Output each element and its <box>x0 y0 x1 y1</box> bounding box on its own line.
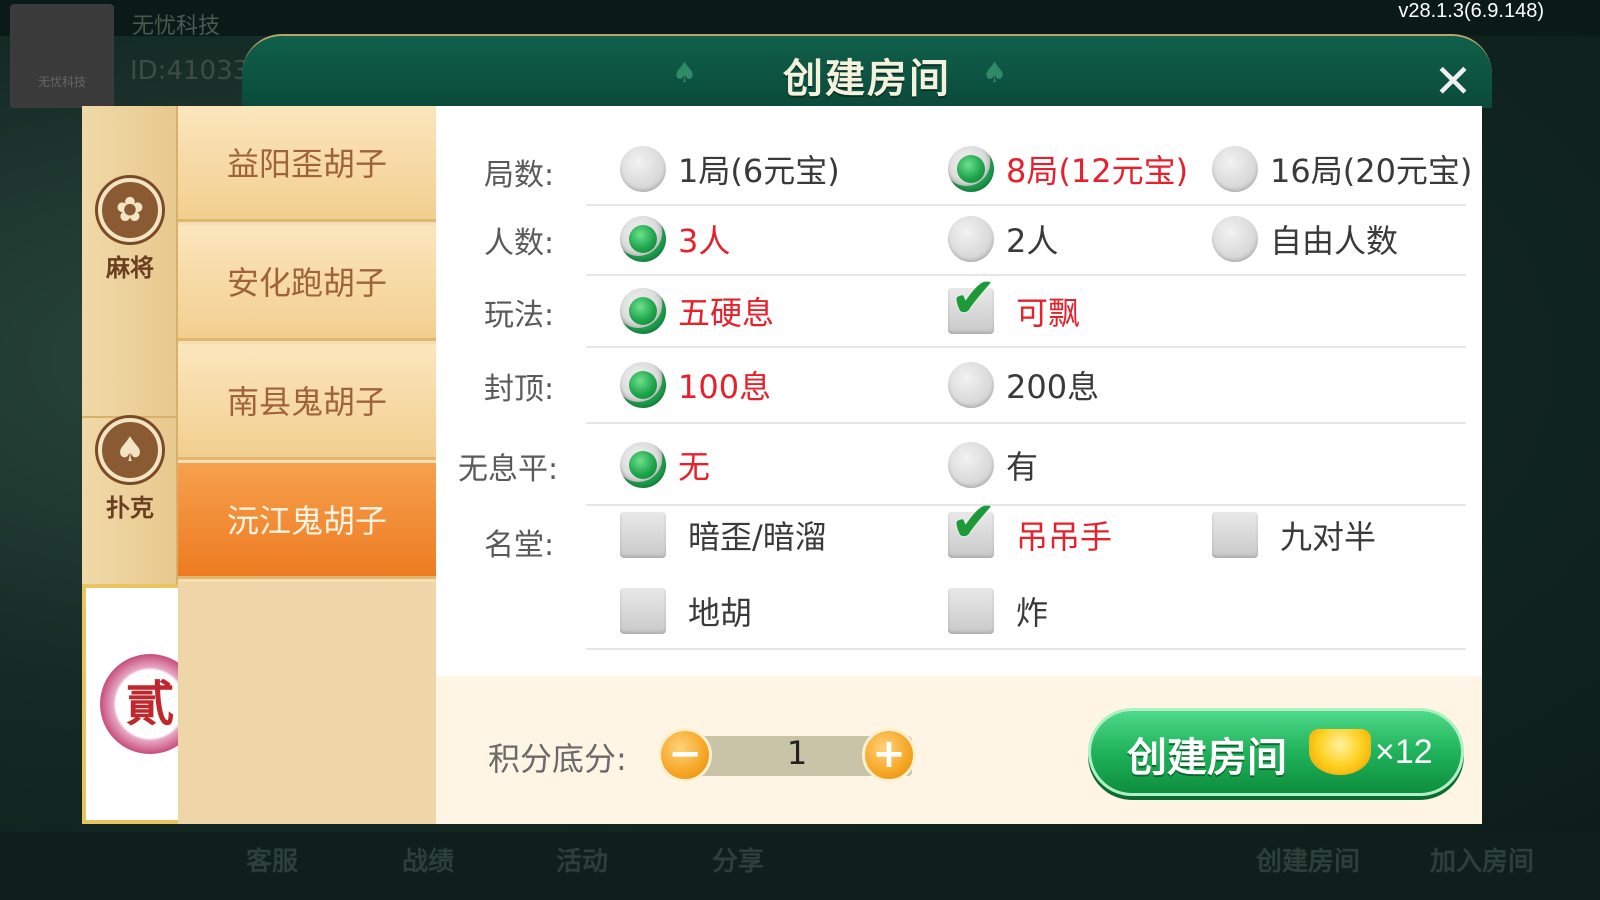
mingtang-option-anwai[interactable]: 暗歪/暗溜 <box>620 512 827 558</box>
radio-button-selected <box>620 442 666 488</box>
option-label: 暗歪/暗溜 <box>688 518 827 556</box>
radio-button-selected <box>948 146 994 192</box>
row-divider <box>586 648 1466 650</box>
checkbox-checked <box>948 490 997 558</box>
spade-icon: ♠ <box>98 418 162 482</box>
mahjong-icon: ✿ <box>98 178 162 242</box>
option-label: 地胡 <box>688 594 753 632</box>
bottom-item-events: 活动 <box>556 847 609 877</box>
dialog-title: 创建房间 <box>783 56 951 102</box>
radio-button <box>1212 146 1258 192</box>
category-label: 麻将 <box>106 254 154 282</box>
row-divider <box>586 422 1466 424</box>
base-score-label: 积分底分: <box>488 740 627 778</box>
dialog-footer: 积分底分: 1 − + 创建房间 ×12 <box>436 676 1482 824</box>
option-label: 吊吊手 <box>1016 518 1113 556</box>
option-label: 8局(12元宝) <box>1006 152 1189 190</box>
option-label: 有 <box>1006 448 1039 486</box>
play-label: 玩法: <box>484 298 555 333</box>
option-label: 3人 <box>678 222 731 260</box>
option-label: 炸 <box>1016 594 1049 632</box>
mingtang-label: 名堂: <box>484 528 555 563</box>
bottom-item-share: 分享 <box>712 847 765 877</box>
cap-option-100[interactable]: 100息 <box>620 362 771 408</box>
radio-button-selected <box>620 362 666 408</box>
checkbox <box>620 588 666 634</box>
create-room-button[interactable]: 创建房间 ×12 <box>1088 708 1464 796</box>
create-room-button-label: 创建房间 <box>1127 735 1287 781</box>
checkbox <box>948 588 994 634</box>
checkbox <box>1212 512 1258 558</box>
no-xi-option-none[interactable]: 无 <box>620 442 710 488</box>
option-label: 1局(6元宝) <box>678 152 840 190</box>
version-label: v28.1.3(6.9.148) <box>1398 0 1544 22</box>
option-label: 五硬息 <box>678 294 775 332</box>
rounds-option-16[interactable]: 16局(20元宝) <box>1212 146 1472 192</box>
row-divider <box>586 346 1466 348</box>
create-room-cost: ×12 <box>1375 733 1433 771</box>
game-list: 益阳歪胡子 安化跑胡子 南县鬼胡子 沅江鬼胡子 <box>178 106 436 824</box>
checkbox-checked <box>948 266 997 334</box>
bottom-item-create-room: 创建房间 <box>1256 847 1361 877</box>
option-label: 16局(20元宝) <box>1270 152 1473 190</box>
rounds-label: 局数: <box>484 158 555 193</box>
rounds-option-1[interactable]: 1局(6元宝) <box>620 146 840 192</box>
cap-option-200[interactable]: 200息 <box>948 362 1099 408</box>
players-option-2[interactable]: 2人 <box>948 216 1058 262</box>
settings-panel: 局数: 1局(6元宝) 8局(12元宝) 16局(20元宝) 人数: 3人 2人… <box>436 106 1482 824</box>
option-label: 无 <box>678 448 711 486</box>
option-label: 2人 <box>1006 222 1059 260</box>
plus-button[interactable]: + <box>862 728 916 782</box>
mingtang-option-dihu[interactable]: 地胡 <box>620 588 752 634</box>
create-room-dialog: ♠ ♠ 创建房间 ✕ ✿ 麻将 ♠ 扑克 貳 益阳歪胡子 安化跑胡子 南县鬼胡子… <box>82 34 1514 840</box>
play-option-wuyingxi[interactable]: 五硬息 <box>620 288 774 334</box>
players-option-3[interactable]: 3人 <box>620 216 730 262</box>
no-xi-option-yes[interactable]: 有 <box>948 442 1038 488</box>
mingtang-option-jiuduiban[interactable]: 九对半 <box>1212 512 1376 558</box>
rounds-option-8[interactable]: 8局(12元宝) <box>948 146 1188 192</box>
radio-button <box>620 146 666 192</box>
game-list-background <box>178 582 436 824</box>
radio-button <box>1212 216 1258 262</box>
game-item-yuanjiang[interactable]: 沅江鬼胡子 <box>178 463 436 579</box>
no-xi-label: 无息平: <box>458 452 559 487</box>
category-poker[interactable]: ♠ 扑克 <box>82 418 178 523</box>
game-item-anhua[interactable]: 安化跑胡子 <box>178 225 436 341</box>
bottom-item-join-room: 加入房间 <box>1430 847 1535 877</box>
row-divider <box>586 204 1466 206</box>
play-option-kepiao[interactable]: 可飘 <box>948 266 1081 334</box>
option-label: 可飘 <box>1016 294 1081 332</box>
gold-ingot-icon <box>1309 729 1371 775</box>
mingtang-option-zha[interactable]: 炸 <box>948 588 1048 634</box>
game-item-nanxian[interactable]: 南县鬼胡子 <box>178 344 436 460</box>
bottom-item-records: 战绩 <box>402 847 455 877</box>
dialog-header: ♠ ♠ 创建房间 <box>242 34 1492 108</box>
radio-button-selected <box>620 216 666 262</box>
background-bottom-bar: 客服 战绩 活动 分享 创建房间 加入房间 <box>0 832 1600 900</box>
category-label: 扑克 <box>106 494 154 522</box>
row-divider <box>586 504 1466 506</box>
background-top-bar <box>0 0 1600 36</box>
cap-label: 封顶: <box>484 372 555 407</box>
row-divider <box>586 274 1466 276</box>
minus-button[interactable]: − <box>658 728 712 782</box>
checkbox <box>620 512 666 558</box>
radio-button <box>948 216 994 262</box>
radio-button <box>948 362 994 408</box>
option-label: 100息 <box>678 368 772 406</box>
mingtang-option-diaodiaoshou[interactable]: 吊吊手 <box>948 490 1113 558</box>
bottom-item-service: 客服 <box>246 847 299 877</box>
option-label: 自由人数 <box>1270 222 1399 260</box>
players-option-free[interactable]: 自由人数 <box>1212 216 1398 262</box>
radio-button-selected <box>620 288 666 334</box>
players-label: 人数: <box>484 226 555 261</box>
close-icon[interactable]: ✕ <box>1428 56 1478 106</box>
company-logo-text: 无忧科技 <box>37 75 86 89</box>
category-mahjong[interactable]: ✿ 麻将 <box>82 178 178 283</box>
radio-button <box>948 442 994 488</box>
game-item-yiyang[interactable]: 益阳歪胡子 <box>178 106 436 222</box>
option-label: 200息 <box>1006 368 1100 406</box>
option-label: 九对半 <box>1280 518 1377 556</box>
